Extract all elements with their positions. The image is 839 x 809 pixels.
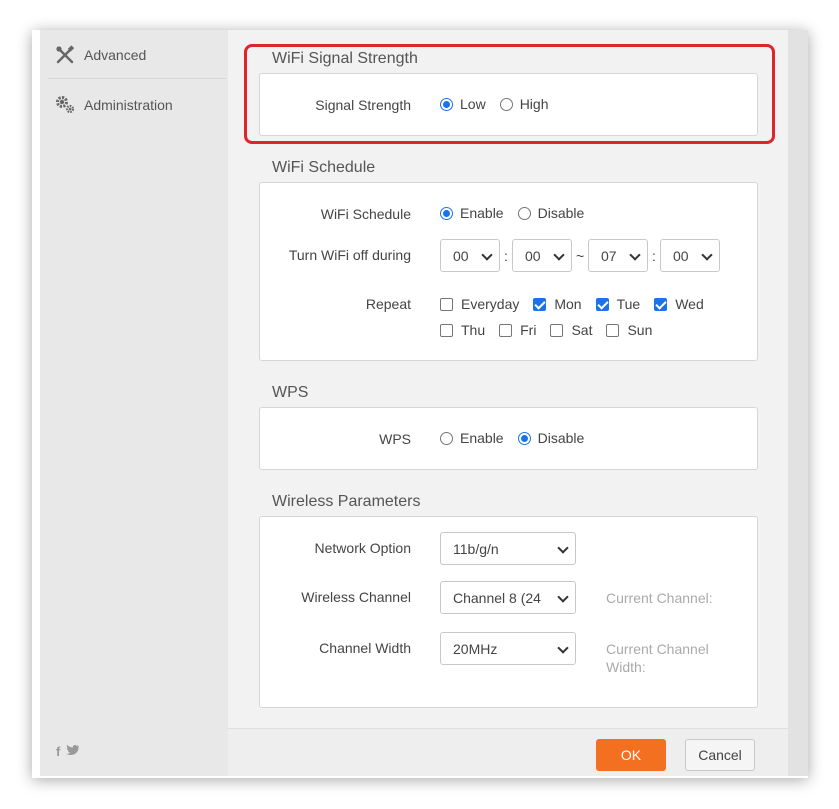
sat-checkbox[interactable] bbox=[550, 323, 564, 337]
wifi-schedule-label: WiFi Schedule bbox=[320, 206, 411, 222]
sidebar-item-advanced[interactable]: Advanced bbox=[40, 30, 228, 80]
tue-checkbox[interactable] bbox=[595, 297, 609, 311]
section-title-wps: WPS bbox=[272, 384, 309, 401]
repeat-days-row-2: Thu Fri Sat Sun bbox=[440, 322, 666, 338]
wps-disable-option[interactable]: Disable bbox=[517, 430, 584, 446]
sidebar-item-administration[interactable]: Administration bbox=[40, 80, 228, 130]
chevron-down-icon bbox=[701, 249, 713, 261]
everyday-checkbox[interactable] bbox=[440, 297, 453, 311]
chevron-down-icon bbox=[553, 249, 565, 261]
chevron-down-icon bbox=[557, 642, 569, 654]
wed-checkbox[interactable] bbox=[654, 297, 668, 311]
day-everyday-option[interactable]: Everyday bbox=[440, 296, 519, 312]
day-tue-option[interactable]: Tue bbox=[595, 296, 640, 312]
day-thu-option[interactable]: Thu bbox=[440, 322, 485, 338]
tools-icon bbox=[54, 44, 76, 66]
highlight-box bbox=[244, 44, 775, 144]
ok-button[interactable]: OK bbox=[596, 739, 666, 771]
end-minute-select[interactable]: 00 bbox=[660, 239, 720, 272]
sidebar-divider bbox=[48, 78, 226, 79]
sidebar: Advanced Administration bbox=[40, 30, 228, 776]
wps-disable-radio[interactable] bbox=[517, 431, 531, 445]
turn-off-label: Turn WiFi off during bbox=[288, 247, 411, 263]
sidebar-item-label: Advanced bbox=[84, 47, 147, 63]
social-links: f bbox=[56, 744, 80, 759]
day-sat-option[interactable]: Sat bbox=[550, 322, 592, 338]
schedule-enable-option[interactable]: Enable bbox=[440, 205, 504, 221]
day-sun-option[interactable]: Sun bbox=[606, 322, 652, 338]
day-fri-option[interactable]: Fri bbox=[499, 322, 536, 338]
facebook-icon[interactable]: f bbox=[56, 744, 60, 759]
gears-icon bbox=[54, 94, 76, 116]
scrollbar[interactable] bbox=[788, 30, 808, 776]
wps-enable-radio[interactable] bbox=[440, 431, 453, 445]
mon-checkbox[interactable] bbox=[533, 297, 547, 311]
network-option-select[interactable]: 11b/g/n bbox=[440, 532, 576, 565]
day-wed-option[interactable]: Wed bbox=[654, 296, 704, 312]
fri-checkbox[interactable] bbox=[499, 323, 513, 337]
cancel-button[interactable]: Cancel bbox=[685, 739, 755, 771]
sun-checkbox[interactable] bbox=[606, 323, 620, 337]
repeat-days-row-1: Everyday Mon Tue Wed bbox=[440, 296, 718, 312]
chevron-down-icon bbox=[557, 542, 569, 554]
channel-width-label: Channel Width bbox=[319, 640, 411, 656]
wps-label: WPS bbox=[379, 431, 411, 447]
chevron-down-icon bbox=[481, 249, 493, 261]
schedule-disable-option[interactable]: Disable bbox=[517, 205, 584, 221]
repeat-label: Repeat bbox=[365, 296, 411, 312]
chevron-down-icon bbox=[629, 249, 641, 261]
wps-enable-option[interactable]: Enable bbox=[440, 430, 504, 446]
day-mon-option[interactable]: Mon bbox=[533, 296, 582, 312]
time-separator: : bbox=[652, 248, 656, 264]
wireless-channel-label: Wireless Channel bbox=[301, 589, 411, 605]
wifi-schedule-options: Enable Disable bbox=[440, 205, 598, 221]
schedule-enable-radio[interactable] bbox=[440, 206, 453, 220]
thu-checkbox[interactable] bbox=[440, 323, 453, 337]
sidebar-item-label: Administration bbox=[84, 97, 173, 113]
chevron-down-icon bbox=[557, 591, 569, 603]
schedule-disable-radio[interactable] bbox=[517, 206, 531, 220]
range-separator: ~ bbox=[576, 248, 585, 264]
channel-width-select[interactable]: 20MHz bbox=[440, 632, 576, 665]
current-channel-width-text: Current Channel Width: bbox=[606, 641, 709, 675]
section-title-schedule: WiFi Schedule bbox=[272, 159, 376, 176]
network-option-label: Network Option bbox=[314, 540, 411, 556]
section-title-wireless: Wireless Parameters bbox=[272, 493, 421, 510]
end-hour-select[interactable]: 07 bbox=[588, 239, 648, 272]
time-separator: : bbox=[504, 248, 508, 264]
start-hour-select[interactable]: 00 bbox=[440, 239, 500, 272]
twitter-icon[interactable] bbox=[66, 744, 80, 759]
start-minute-select[interactable]: 00 bbox=[512, 239, 572, 272]
wireless-channel-select[interactable]: Channel 8 (24 bbox=[440, 581, 576, 614]
wps-options: Enable Disable bbox=[440, 430, 598, 446]
current-channel-text: Current Channel: bbox=[606, 590, 713, 606]
